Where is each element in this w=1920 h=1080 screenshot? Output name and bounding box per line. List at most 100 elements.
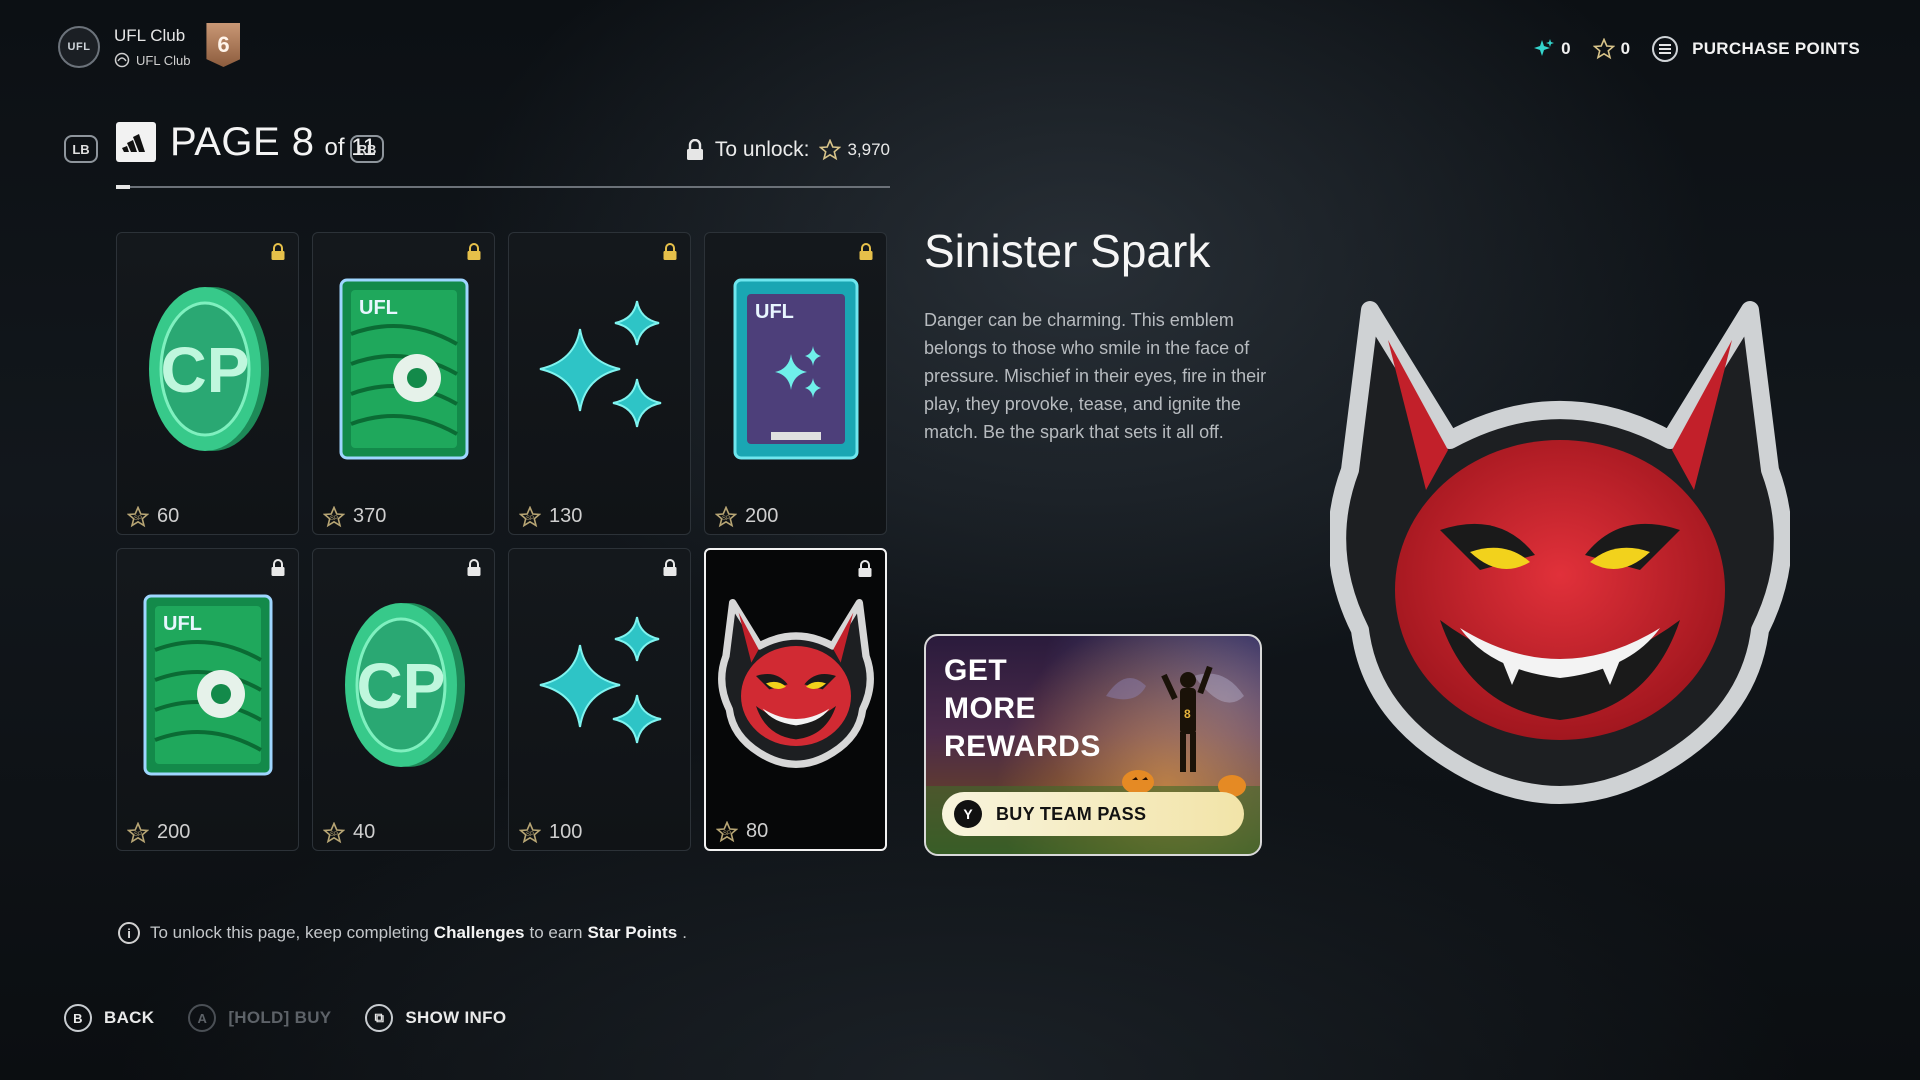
page-number: PAGE 8 [170, 120, 315, 164]
hint-text-3: . [682, 923, 687, 942]
hint-challenges: Challenges [433, 923, 525, 942]
info-icon: i [118, 922, 140, 944]
sparkle-pack-icon: UFL [705, 269, 886, 469]
adidas-logo-icon [116, 122, 156, 162]
reward-price-value: 200 [745, 505, 779, 527]
sparkle-icon [1534, 39, 1555, 56]
promo-title: GET MORE REWARDS [944, 654, 1101, 763]
reward-card[interactable]: UFL SP 200 [116, 548, 299, 851]
page-header: LB PAGE 8 of 11 RB To unlock: 3,970 [64, 120, 890, 190]
star-points-icon: SP [519, 505, 541, 527]
player-pack-icon: UFL [117, 585, 298, 785]
lock-icon [858, 560, 872, 577]
buy-team-pass-label: BUY TEAM PASS [996, 803, 1147, 824]
lock-icon [467, 559, 481, 576]
sparkle-count: 0 [1561, 39, 1571, 58]
hold-buy-label: [HOLD] BUY [228, 1008, 332, 1027]
lock-icon [467, 243, 481, 260]
rank-badge: 6 [206, 23, 241, 67]
reward-price-value: 370 [353, 505, 387, 527]
unlock-hint: i To unlock this page, keep completing C… [118, 922, 687, 944]
lock-icon [859, 243, 873, 260]
page-progress-line [116, 185, 890, 189]
hint-text-2: to earn [529, 923, 583, 942]
a-button-icon: A [188, 1004, 217, 1032]
lock-icon [271, 559, 285, 576]
svg-text:CP: CP [356, 650, 445, 722]
star-points-icon: SP [519, 821, 541, 843]
club-names: UFL Club UFL Club [114, 26, 190, 68]
reward-card[interactable]: CP SP 60 [116, 232, 299, 535]
lock-icon [663, 559, 677, 576]
club-sub-label: UFL Club [136, 52, 191, 68]
svg-text:UFL: UFL [755, 301, 794, 323]
svg-text:SP: SP [526, 832, 534, 838]
reward-price: SP 60 [127, 505, 179, 528]
cp-coin-icon: CP [117, 269, 298, 469]
team-pass-promo[interactable]: 8 GET MORE REWARDS Y BUY TEAM PASS [924, 634, 1262, 856]
devil-emblem-preview [1330, 301, 1790, 804]
page-title: PAGE 8 of 11 [170, 120, 376, 165]
profile: UFL UFL Club UFL Club 6 [58, 23, 241, 68]
controls-bar: B BACK A [HOLD] BUY ⧉ SHOW INFO [64, 1004, 540, 1032]
reward-description: Danger can be charming. This emblem belo… [924, 310, 1267, 442]
reward-price: SP 130 [519, 505, 582, 528]
y-button-icon: Y [954, 800, 982, 828]
hint-star-points: Star Points [587, 923, 678, 942]
reward-price: SP 370 [323, 505, 386, 528]
hold-buy-button[interactable]: A [HOLD] BUY [188, 1004, 331, 1032]
svg-text:SP: SP [723, 831, 731, 837]
club-name: UFL Club [114, 26, 186, 45]
reward-card[interactable]: SP 100 [508, 548, 691, 851]
reward-price-value: 100 [549, 821, 583, 843]
prev-page-button[interactable]: LB [64, 135, 98, 163]
reward-price: SP 200 [127, 821, 190, 844]
show-info-label: SHOW INFO [405, 1008, 507, 1027]
reward-price: SP 80 [716, 820, 768, 843]
club-crest-icon [114, 52, 130, 68]
rewards-grid: CP SP 60 UFL SP 370 SP 130 UFL SP 200 UFL SP 200 CP SP 4… [116, 232, 889, 851]
svg-text:8: 8 [1184, 707, 1191, 721]
lock-icon [663, 243, 677, 260]
buy-team-pass-button[interactable]: Y BUY TEAM PASS [942, 792, 1244, 836]
reward-price: SP 100 [519, 821, 582, 844]
star-points-icon: SP [323, 505, 345, 527]
back-button[interactable]: B BACK [64, 1004, 154, 1032]
reward-card[interactable]: UFL SP 200 [704, 232, 887, 535]
cp-coin-icon: CP [313, 585, 494, 785]
star-points-icon [1592, 38, 1615, 60]
reward-card[interactable]: CP SP 40 [312, 548, 495, 851]
star-points-count: 0 [1620, 39, 1631, 58]
reward-card[interactable]: SP 80 [704, 548, 887, 851]
reward-price: SP 40 [323, 821, 375, 844]
reward-card[interactable]: SP 130 [508, 232, 691, 535]
star-points-icon: SP [127, 505, 149, 527]
star-points-balance: 0 [1592, 38, 1631, 60]
reward-card[interactable]: UFL SP 370 [312, 232, 495, 535]
hint-text-1: To unlock this page, keep completing [150, 923, 429, 942]
star-points-icon: SP [127, 821, 149, 843]
svg-text:UFL: UFL [163, 613, 202, 635]
sparkle-balance: 0 [1533, 38, 1571, 60]
star-points-icon [819, 139, 842, 161]
reward-price-value: 200 [157, 821, 191, 843]
reward-price-value: 40 [353, 821, 376, 843]
devil-emblem-icon [706, 586, 885, 786]
currency-bar: 0 0 PURCHASE POINTS [1533, 36, 1860, 62]
menu-icon [1652, 36, 1679, 62]
sparkles-icon [509, 585, 690, 785]
next-page-button[interactable]: RB [350, 135, 384, 163]
show-info-button[interactable]: ⧉ SHOW INFO [365, 1004, 506, 1032]
lock-icon [271, 243, 285, 260]
purchase-points-label: PURCHASE POINTS [1692, 39, 1860, 58]
svg-text:SP: SP [722, 516, 730, 522]
club-logo: UFL [58, 26, 100, 68]
b-button-icon: B [64, 1004, 92, 1032]
svg-text:SP: SP [330, 832, 338, 838]
sparkles-icon [509, 269, 690, 469]
svg-text:SP: SP [526, 516, 534, 522]
back-label: BACK [104, 1008, 155, 1027]
unlock-cost: To unlock: 3,970 [685, 138, 890, 162]
purchase-points-button[interactable]: PURCHASE POINTS [1652, 36, 1860, 62]
unlock-label: To unlock: [714, 138, 810, 161]
